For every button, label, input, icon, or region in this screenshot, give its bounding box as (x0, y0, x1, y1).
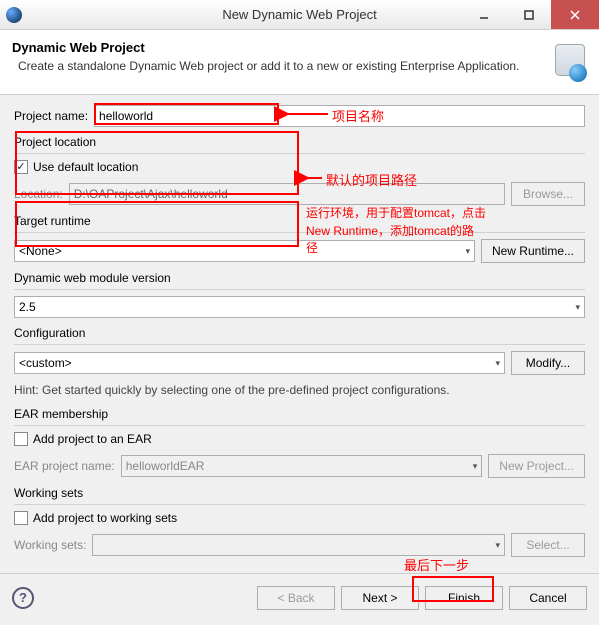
project-location-group: Project location (14, 135, 585, 149)
new-ear-project-button: New Project... (488, 454, 585, 478)
module-version-value: 2.5 (19, 300, 36, 314)
wizard-content: Project name: Project location Use defau… (0, 95, 599, 625)
use-default-location-label: Use default location (33, 160, 138, 174)
banner-description: Create a standalone Dynamic Web project … (18, 59, 537, 73)
maximize-button[interactable] (506, 0, 551, 29)
use-default-location-checkbox[interactable] (14, 160, 28, 174)
chevron-down-icon: ▾ (495, 358, 500, 369)
wizard-banner: Dynamic Web Project Create a standalone … (0, 30, 599, 95)
next-button[interactable]: Next > (341, 586, 419, 610)
working-sets-group: Working sets (14, 486, 585, 500)
add-to-ear-checkbox[interactable] (14, 432, 28, 446)
chevron-down-icon: ▾ (575, 302, 580, 313)
module-version-group: Dynamic web module version (14, 271, 585, 285)
target-runtime-value: <None> (19, 244, 62, 258)
select-working-sets-button: Select... (511, 533, 585, 557)
ear-project-name-select: helloworldEAR ▾ (121, 455, 483, 477)
finish-button[interactable]: Finish (425, 586, 503, 610)
target-runtime-select[interactable]: <None> ▾ (14, 240, 475, 262)
project-name-label: Project name: (14, 109, 88, 123)
add-to-working-sets-checkbox[interactable] (14, 511, 28, 525)
cancel-button[interactable]: Cancel (509, 586, 587, 610)
minimize-button[interactable] (461, 0, 506, 29)
configuration-hint: Hint: Get started quickly by selecting o… (14, 383, 585, 397)
location-label: Location: (14, 187, 63, 201)
back-button: < Back (257, 586, 335, 610)
title-bar: New Dynamic Web Project (0, 0, 599, 30)
ear-project-name-value: helloworldEAR (126, 459, 205, 473)
target-runtime-group: Target runtime (14, 214, 585, 228)
chevron-down-icon: ▾ (473, 461, 478, 472)
add-to-working-sets-label: Add project to working sets (33, 511, 177, 525)
chevron-down-icon: ▾ (495, 540, 500, 551)
working-sets-label: Working sets: (14, 538, 86, 552)
configuration-group: Configuration (14, 326, 585, 340)
configuration-value: <custom> (19, 356, 72, 370)
project-name-input[interactable] (94, 105, 585, 127)
modify-button[interactable]: Modify... (511, 351, 585, 375)
location-input (69, 183, 505, 205)
module-version-select[interactable]: 2.5 ▾ (14, 296, 585, 318)
banner-title: Dynamic Web Project (12, 40, 537, 55)
close-button[interactable] (551, 0, 599, 29)
app-icon (6, 7, 22, 23)
add-to-ear-label: Add project to an EAR (33, 432, 152, 446)
browse-button: Browse... (511, 182, 585, 206)
chevron-down-icon: ▾ (465, 246, 470, 257)
help-icon[interactable]: ? (12, 587, 34, 609)
configuration-select[interactable]: <custom> ▾ (14, 352, 505, 374)
ear-membership-group: EAR membership (14, 407, 585, 421)
web-project-icon (545, 40, 587, 82)
working-sets-select: ▾ (92, 534, 505, 556)
new-runtime-button[interactable]: New Runtime... (481, 239, 585, 263)
wizard-footer: ? < Back Next > Finish Cancel (0, 573, 599, 621)
ear-project-name-label: EAR project name: (14, 459, 115, 473)
